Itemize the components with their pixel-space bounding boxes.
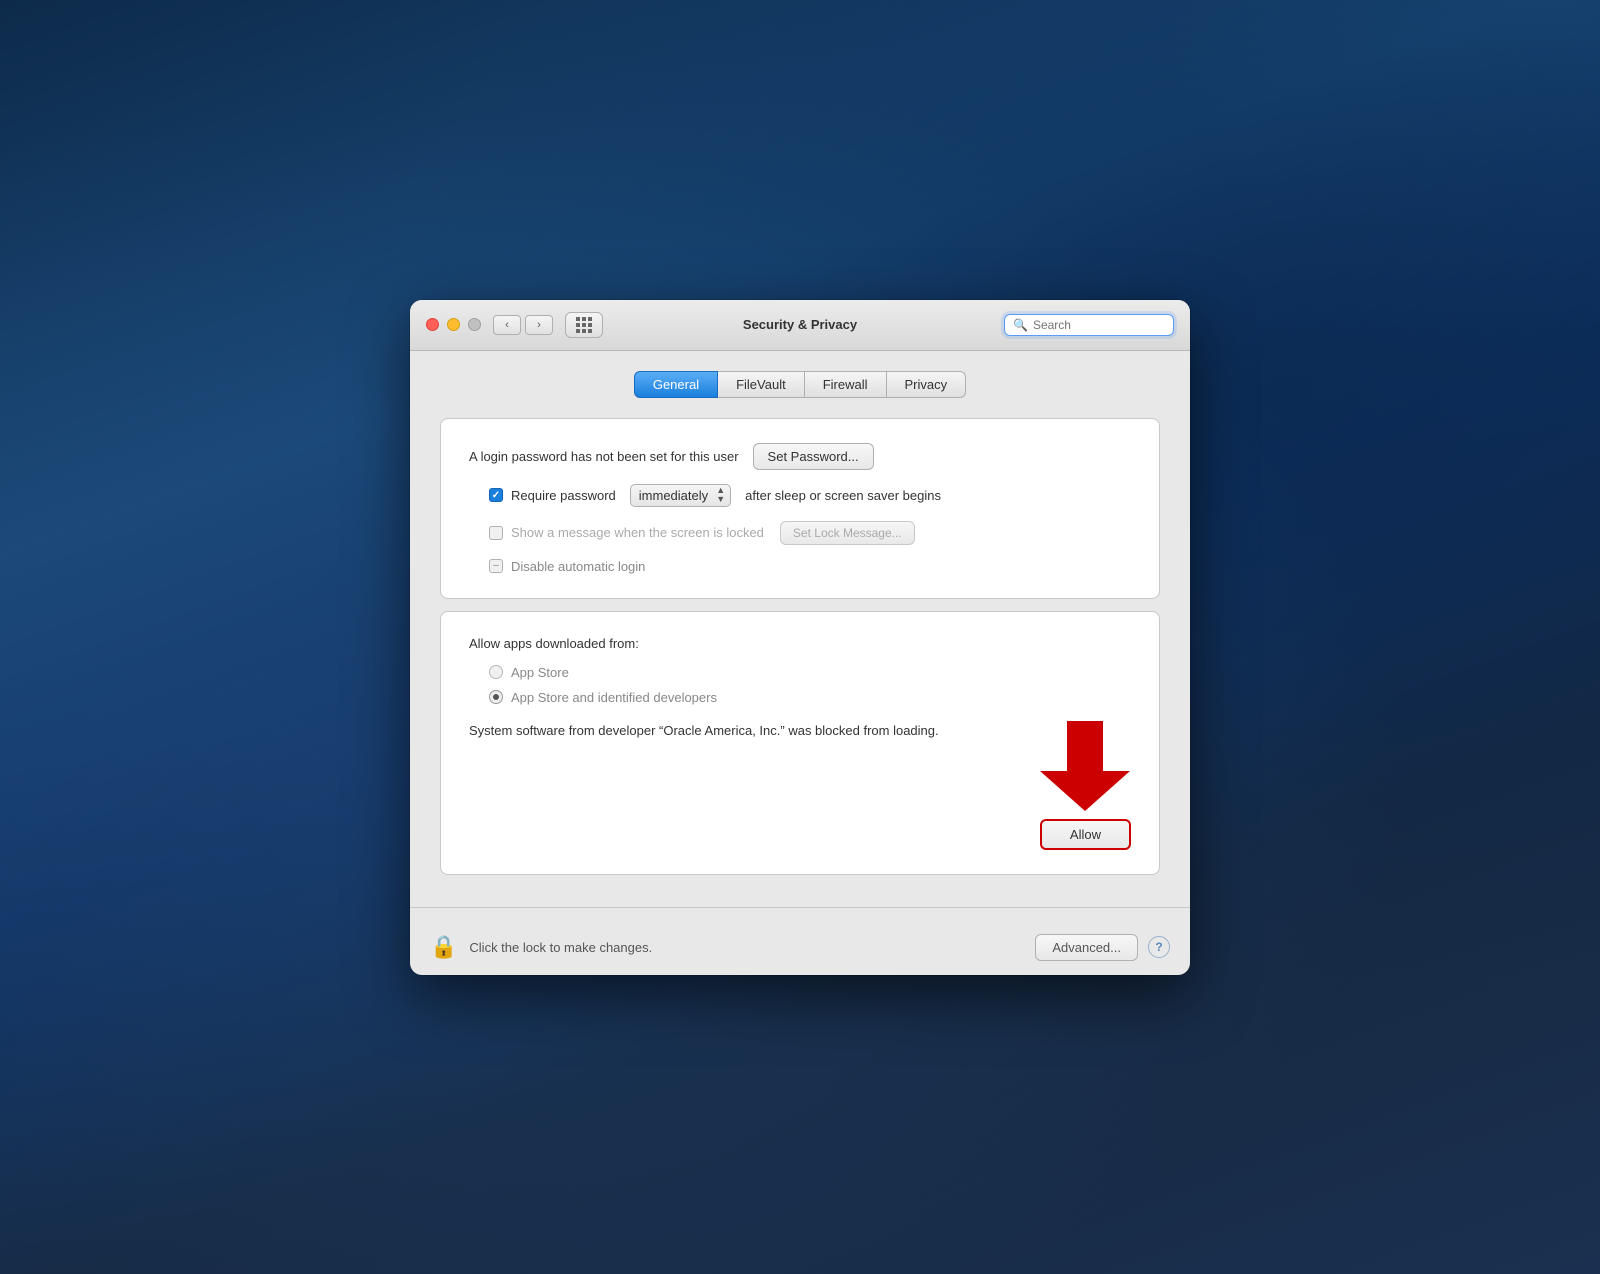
disable-autologin-row: Disable automatic login: [469, 559, 1131, 574]
chevron-left-icon: ‹: [505, 319, 509, 331]
tab-privacy[interactable]: Privacy: [887, 371, 967, 398]
radio-app-store-identified-button[interactable]: [489, 690, 503, 704]
red-arrow-indicator: [1040, 721, 1130, 811]
bottom-bar: 🔒 Click the lock to make changes. Advanc…: [410, 920, 1190, 975]
minimize-button[interactable]: [447, 318, 460, 331]
forward-button[interactable]: ›: [525, 315, 553, 335]
tab-bar: General FileVault Firewall Privacy: [440, 371, 1160, 398]
set-password-button[interactable]: Set Password...: [753, 443, 874, 470]
advanced-button[interactable]: Advanced...: [1035, 934, 1138, 961]
content-area: General FileVault Firewall Privacy A log…: [410, 351, 1190, 907]
close-button[interactable]: [426, 318, 439, 331]
maximize-button[interactable]: [468, 318, 481, 331]
disable-autologin-label: Disable automatic login: [511, 559, 645, 574]
help-button[interactable]: ?: [1148, 936, 1170, 958]
chevron-right-icon: ›: [537, 319, 541, 331]
login-password-text: A login password has not been set for th…: [469, 449, 739, 464]
show-message-label: Show a message when the screen is locked: [511, 525, 764, 540]
tab-firewall[interactable]: Firewall: [805, 371, 887, 398]
lock-icon[interactable]: 🔒: [430, 934, 457, 960]
tab-filevault[interactable]: FileVault: [718, 371, 805, 398]
radio-app-store-identified-label: App Store and identified developers: [511, 690, 717, 705]
grid-icon: [576, 317, 592, 333]
lock-text: Click the lock to make changes.: [469, 940, 652, 955]
arrow-head: [1040, 771, 1130, 811]
radio-app-store-button[interactable]: [489, 665, 503, 679]
tab-general[interactable]: General: [634, 371, 718, 398]
window-title: Security & Privacy: [743, 317, 857, 332]
after-sleep-text: after sleep or screen saver begins: [745, 488, 941, 503]
allow-apps-title: Allow apps downloaded from:: [469, 636, 1131, 651]
radio-app-store-label: App Store: [511, 665, 569, 680]
require-password-row: Require password immediately ▲ ▼ after s…: [469, 484, 1131, 507]
require-password-label: Require password: [511, 488, 616, 503]
arrow-shaft: [1067, 721, 1103, 771]
app-downloads-panel: Allow apps downloaded from: App Store Ap…: [440, 611, 1160, 875]
blocked-text: System software from developer “Oracle A…: [469, 721, 1020, 741]
radio-app-store-identified-row[interactable]: App Store and identified developers: [469, 690, 1131, 705]
login-password-row: A login password has not been set for th…: [469, 443, 1131, 470]
bottom-divider: [410, 907, 1190, 908]
search-box[interactable]: 🔍: [1004, 314, 1174, 336]
show-message-checkbox[interactable]: [489, 526, 503, 540]
nav-buttons: ‹ ›: [493, 315, 553, 335]
allow-area: Allow: [1040, 721, 1131, 850]
dropdown-arrows-icon: ▲ ▼: [716, 486, 725, 504]
show-message-row: Show a message when the screen is locked…: [469, 521, 1131, 545]
back-button[interactable]: ‹: [493, 315, 521, 335]
password-timing-dropdown[interactable]: immediately ▲ ▼: [630, 484, 731, 507]
radio-app-store-row[interactable]: App Store: [469, 665, 1131, 680]
dropdown-value: immediately: [639, 488, 708, 503]
password-panel: A login password has not been set for th…: [440, 418, 1160, 599]
grid-view-button[interactable]: [565, 312, 603, 338]
traffic-lights: [426, 318, 481, 331]
titlebar: ‹ › Security & Privacy 🔍: [410, 300, 1190, 351]
require-password-checkbox[interactable]: [489, 488, 503, 502]
blocked-section: System software from developer “Oracle A…: [469, 721, 1131, 850]
search-icon: 🔍: [1013, 318, 1028, 332]
allow-button[interactable]: Allow: [1040, 819, 1131, 850]
search-input[interactable]: [1033, 318, 1165, 332]
disable-autologin-checkbox[interactable]: [489, 559, 503, 573]
bottom-right-actions: Advanced... ?: [1035, 934, 1170, 961]
set-lock-message-button[interactable]: Set Lock Message...: [780, 521, 915, 545]
security-privacy-window: ‹ › Security & Privacy 🔍 General FileVau…: [410, 300, 1190, 975]
